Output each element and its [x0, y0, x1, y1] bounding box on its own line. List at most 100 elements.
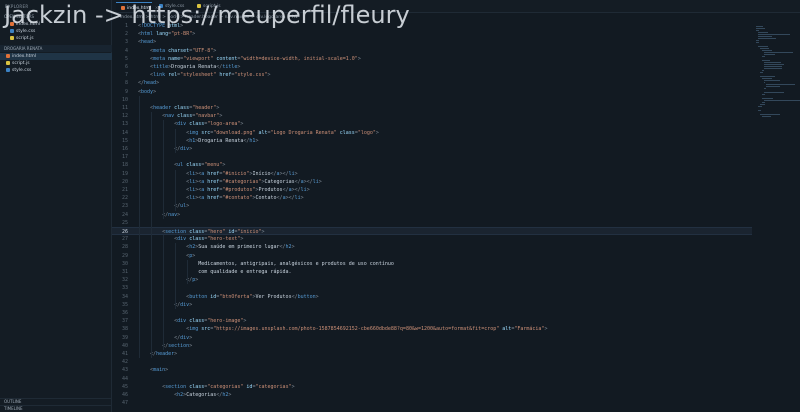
code-line[interactable]: 5 <meta name="viewport" content="width=d…	[112, 55, 752, 63]
file-label: style.css	[12, 68, 32, 73]
code-line[interactable]: 25	[112, 219, 752, 227]
code-text: <html lang="pt-BR">	[138, 31, 196, 38]
open-editor-item[interactable]: script.js	[0, 35, 112, 42]
line-number: 7	[124, 72, 128, 79]
minimap-line	[760, 48, 769, 49]
minimap-line	[762, 98, 773, 99]
code-line[interactable]: 7 <link rel="stylesheet" href="style.css…	[112, 71, 752, 79]
code-line[interactable]: 6 <title>Drogaria Renata</title>	[112, 63, 752, 71]
code-line[interactable]: 29 <p>	[112, 252, 752, 260]
code-line[interactable]: 28 <h2>Sua saúde em primeiro lugar</h2>	[112, 243, 752, 251]
code-line[interactable]: 46 <h2>Categorias</h2>	[112, 391, 752, 399]
line-number: 5	[124, 55, 128, 62]
code-line[interactable]: 43 <main>	[112, 366, 752, 374]
outline-section[interactable]: OUTLINE	[0, 398, 112, 404]
code-text: </p>	[186, 277, 199, 284]
code-line[interactable]: 14 <img src="download.png" alt="Logo Dro…	[112, 129, 752, 137]
line-number: 29	[121, 252, 128, 259]
code-line[interactable]: 8 </head>	[112, 79, 752, 87]
project-folder-section[interactable]: DROGARIA RENATA	[0, 45, 112, 52]
code-line[interactable]: 15 <h1>Drogaria Renata</h1>	[112, 137, 752, 145]
minimap-line	[766, 86, 780, 87]
code-line[interactable]: 3 <head>	[112, 38, 752, 46]
code-line[interactable]: 47	[112, 399, 752, 407]
line-number: 23	[121, 203, 128, 210]
minimap-line	[762, 50, 773, 51]
line-number: 3	[124, 39, 128, 46]
code-line[interactable]: 30 Medicamentos, antigripais, analgésico…	[112, 260, 752, 268]
code-line[interactable]: 26 <section class="hero" id="inicio">	[112, 227, 752, 236]
line-number: 39	[121, 334, 128, 341]
minimap-line	[764, 80, 781, 81]
line-number: 19	[121, 170, 128, 177]
code-line[interactable]: 23 </ul>	[112, 202, 752, 210]
code-text: <header class="header">	[150, 105, 220, 111]
code-line[interactable]: 39 </div>	[112, 334, 752, 342]
code-line[interactable]: 45 <section class="categorias" id="categ…	[112, 383, 752, 391]
code-line[interactable]: 36	[112, 309, 752, 317]
file-item-index-html[interactable]: index.html	[0, 53, 112, 60]
minimap-line	[764, 64, 785, 65]
line-number: 42	[121, 359, 128, 366]
code-line[interactable]: 33	[112, 284, 752, 292]
minimap-line	[756, 28, 765, 29]
minimap-line	[764, 52, 793, 53]
line-number: 9	[124, 88, 128, 95]
code-line[interactable]: 24 </nav>	[112, 211, 752, 219]
code-line[interactable]: 9 <body>	[112, 88, 752, 96]
code-editor[interactable]: 1 <!DOCTYPE html> 2 <html lang="pt-BR"> 3 <he…	[112, 22, 752, 412]
code-line[interactable]: 12 <nav class="navbar">	[112, 112, 752, 120]
line-number: 46	[121, 392, 128, 398]
code-line[interactable]: 31 com qualidade e entrega rápida.	[112, 268, 752, 276]
code-text: Medicamentos, antigripais, analgésicos e…	[138, 260, 394, 267]
code-line[interactable]: 27 <div class="hero-text">	[112, 235, 752, 243]
code-line[interactable]: 11 <header class="header">	[112, 104, 752, 112]
code-line[interactable]: 10	[112, 96, 752, 104]
line-number: 27	[121, 236, 128, 243]
code-line[interactable]: 21 <li><a href="#produtos">Produtos</a><…	[112, 186, 752, 194]
code-line[interactable]: 2 <html lang="pt-BR">	[112, 30, 752, 38]
code-line[interactable]: 40 </section>	[112, 342, 752, 350]
code-line[interactable]: 4 <meta charset="UTF-8">	[112, 47, 752, 55]
code-line[interactable]: 38 <img src="https://images.unsplash.com…	[112, 325, 752, 333]
code-line[interactable]: 20 <li><a href="#categorias">Categorias<…	[112, 178, 752, 186]
line-number: 32	[121, 277, 128, 284]
line-number: 14	[121, 129, 128, 136]
code-line[interactable]: 16 </div>	[112, 145, 752, 153]
code-text: <li><a href="#inicio">Início</a></li>	[186, 170, 298, 177]
code-text: <img src="https://images.unsplash.com/ph…	[186, 326, 548, 333]
minimap-line	[760, 104, 765, 105]
file-item-style-css[interactable]: style.css	[0, 67, 112, 74]
code-line[interactable]: 37 <div class="hero-image">	[112, 317, 752, 325]
code-line[interactable]: 13 <div class="logo-area">	[112, 120, 752, 128]
minimap-line	[762, 94, 765, 95]
code-text: <div class="hero-image">	[174, 318, 247, 325]
timeline-section[interactable]: TIMELINE	[0, 405, 112, 411]
code-line[interactable]: 42	[112, 358, 752, 366]
open-editor-item[interactable]: style.css	[0, 28, 112, 35]
minimap-line	[758, 38, 776, 39]
minimap-line	[764, 54, 775, 55]
indent-guide	[187, 259, 188, 285]
code-line[interactable]: 41 </header>	[112, 350, 752, 358]
minimap[interactable]	[752, 22, 800, 412]
line-number: 35	[121, 301, 128, 308]
code-line[interactable]: 19 <li><a href="#inicio">Início</a></li>	[112, 170, 752, 178]
line-number: 34	[121, 293, 128, 300]
minimap-line	[756, 42, 759, 43]
code-line[interactable]: 32 </p>	[112, 276, 752, 284]
code-line[interactable]: 44	[112, 375, 752, 383]
code-line[interactable]: 35 </div>	[112, 301, 752, 309]
code-text: <div class="hero-text">	[174, 236, 244, 243]
code-text: <link rel="stylesheet" href="style.css">	[150, 72, 271, 79]
minimap-line	[764, 66, 783, 67]
code-line[interactable]: 18 <ul class="menu">	[112, 161, 752, 169]
code-line[interactable]: 17	[112, 153, 752, 161]
code-text: </header>	[150, 351, 178, 357]
line-number: 33	[121, 285, 128, 292]
line-number: 2	[124, 31, 128, 38]
code-text: <li><a href="#categorias">Categorias</a>…	[186, 178, 322, 185]
file-item-script-js[interactable]: script.js	[0, 60, 112, 67]
code-line[interactable]: 22 <li><a href="#contato">Contato</a></l…	[112, 194, 752, 202]
code-line[interactable]: 34 <button id="btnOferta">Ver Produtos</…	[112, 293, 752, 301]
